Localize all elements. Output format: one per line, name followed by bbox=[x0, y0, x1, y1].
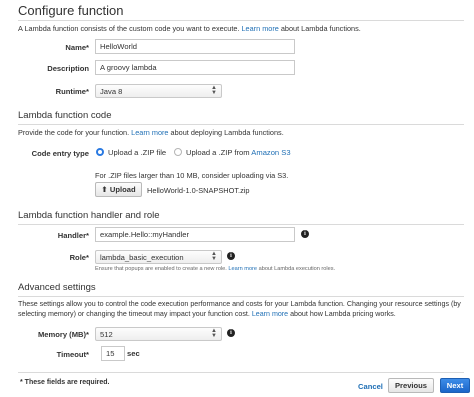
configure-function-title: Configure function bbox=[18, 3, 124, 18]
upload-button-label: Upload bbox=[109, 185, 136, 194]
runtime-selected-value: Java 8 bbox=[100, 87, 123, 96]
timeout-input[interactable] bbox=[101, 346, 125, 361]
role-label: Role* bbox=[69, 253, 89, 262]
zip-size-note: For .ZIP files larger than 10 MB, consid… bbox=[95, 171, 289, 180]
select-arrows-icon: ▲ ▼ bbox=[211, 328, 217, 339]
uploaded-file-name: HelloWorld-1.0-SNAPSHOT.zip bbox=[147, 186, 250, 195]
role-selected-value: lambda_basic_execution bbox=[100, 253, 184, 262]
advanced-description-suffix: about how Lambda pricing works. bbox=[290, 310, 396, 318]
code-description: Provide the code for your function. Lear… bbox=[18, 128, 284, 137]
handler-info-icon[interactable]: i bbox=[301, 230, 309, 238]
advanced-description-line1: These settings allow you to control the … bbox=[18, 300, 461, 308]
memory-selected-value: 512 bbox=[100, 330, 113, 339]
description-label: Description bbox=[47, 64, 89, 73]
handler-input[interactable] bbox=[95, 227, 295, 242]
upload-button[interactable]: ⬆ Upload bbox=[95, 182, 142, 197]
learn-more-execution-roles-link[interactable]: Learn more bbox=[228, 266, 257, 272]
advanced-description-line2: selecting memory) or changing the timeou… bbox=[18, 310, 396, 318]
upload-from-s3-radio[interactable] bbox=[174, 148, 182, 156]
previous-button[interactable]: Previous bbox=[388, 378, 434, 393]
learn-more-pricing-link[interactable]: Learn more bbox=[252, 310, 288, 318]
role-note: Ensure that popups are enabled to create… bbox=[95, 266, 335, 272]
upload-icon: ⬆ bbox=[101, 185, 108, 194]
handler-role-title: Lambda function handler and role bbox=[18, 210, 160, 221]
memory-label: Memory (MB)* bbox=[37, 330, 89, 339]
section-divider bbox=[18, 124, 464, 125]
upload-from-s3-label: Upload a .ZIP from bbox=[186, 148, 250, 157]
cancel-link[interactable]: Cancel bbox=[358, 382, 383, 391]
footer-divider bbox=[18, 372, 464, 373]
section-divider bbox=[18, 20, 464, 21]
select-arrows-icon: ▲ ▼ bbox=[211, 251, 217, 262]
timeout-unit: sec bbox=[127, 349, 140, 358]
advanced-settings-title: Advanced settings bbox=[18, 282, 96, 293]
upload-from-s3-option: Upload a .ZIP from Amazon S3 bbox=[186, 148, 291, 157]
section-divider bbox=[18, 296, 464, 297]
configure-description: A Lambda function consists of the custom… bbox=[18, 24, 361, 33]
advanced-description-text: selecting memory) or changing the timeou… bbox=[18, 310, 250, 318]
upload-zip-radio[interactable] bbox=[96, 148, 104, 156]
amazon-s3-link[interactable]: Amazon S3 bbox=[251, 148, 290, 157]
memory-select[interactable]: 512 ▲ ▼ bbox=[95, 327, 222, 341]
upload-zip-option-label: Upload a .ZIP file bbox=[108, 148, 167, 157]
section-divider bbox=[18, 224, 464, 225]
name-label: Name* bbox=[65, 43, 89, 52]
code-entry-type-label: Code entry type bbox=[31, 149, 89, 158]
function-code-title: Lambda function code bbox=[18, 110, 112, 121]
configure-description-text: A Lambda function consists of the custom… bbox=[18, 24, 240, 33]
learn-more-lambda-functions-link[interactable]: Learn more bbox=[242, 24, 279, 33]
handler-label: Handler* bbox=[57, 231, 89, 240]
memory-info-icon[interactable]: i bbox=[227, 329, 235, 337]
role-note-suffix: about Lambda execution roles. bbox=[258, 266, 336, 272]
select-arrows-icon: ▲ ▼ bbox=[211, 85, 217, 96]
timeout-label: Timeout* bbox=[56, 350, 89, 359]
learn-more-deploying-link[interactable]: Learn more bbox=[131, 128, 168, 137]
role-info-icon[interactable]: i bbox=[227, 252, 235, 260]
required-fields-note: * These fields are required. bbox=[20, 379, 110, 386]
name-input[interactable] bbox=[95, 39, 295, 54]
description-input[interactable] bbox=[95, 60, 295, 75]
code-description-suffix: about deploying Lambda functions. bbox=[170, 128, 284, 137]
next-button[interactable]: Next bbox=[440, 378, 470, 393]
role-select[interactable]: lambda_basic_execution ▲ ▼ bbox=[95, 250, 222, 264]
runtime-select[interactable]: Java 8 ▲ ▼ bbox=[95, 84, 222, 98]
role-note-text: Ensure that popups are enabled to create… bbox=[95, 266, 227, 272]
code-description-text: Provide the code for your function. bbox=[18, 128, 130, 137]
runtime-label: Runtime* bbox=[55, 87, 89, 96]
configure-description-suffix: about Lambda functions. bbox=[280, 24, 361, 33]
